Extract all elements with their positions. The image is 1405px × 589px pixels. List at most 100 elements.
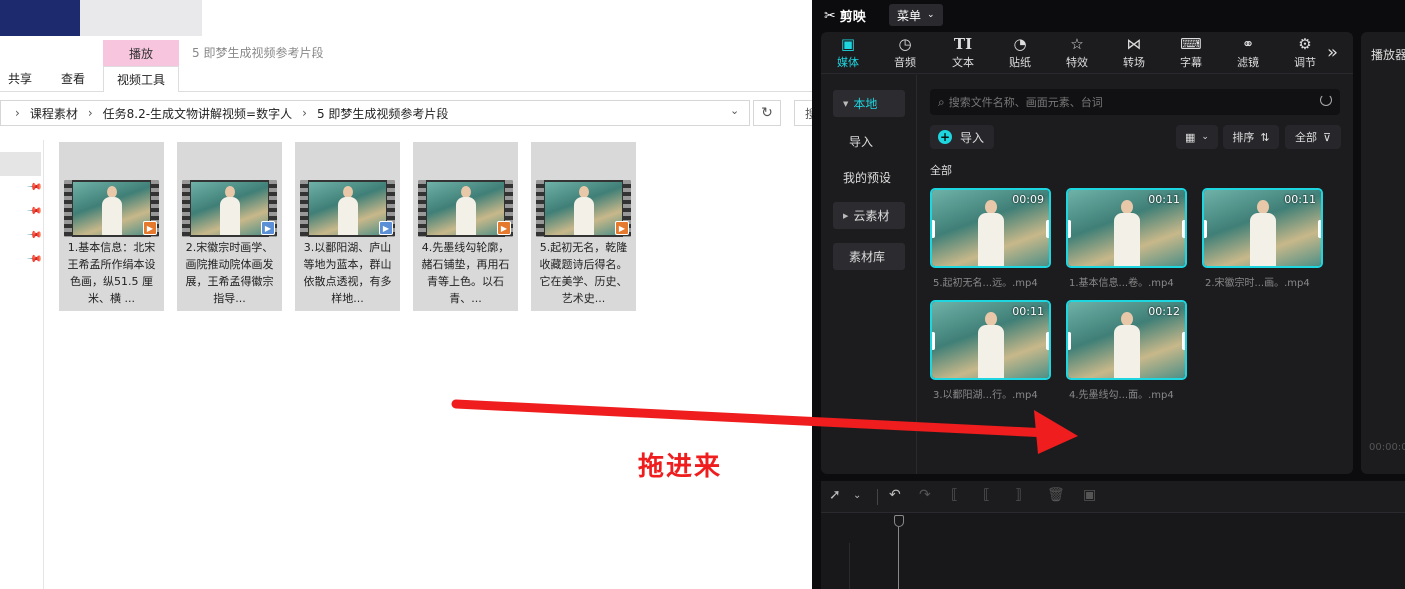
- player-title: 播放器: [1371, 48, 1405, 62]
- import-button[interactable]: + 导入: [930, 125, 995, 149]
- file-item[interactable]: ▶ 2.宋徽宗时画学、画院推动院体画发展，王希孟得徽宗指导...: [177, 142, 282, 311]
- chevron-down-icon[interactable]: ⌄: [730, 104, 739, 117]
- ribbon-tab-video-tools[interactable]: 视频工具: [103, 66, 179, 92]
- refresh-button[interactable]: ↻: [753, 100, 781, 126]
- double-chevron-right-icon[interactable]: »: [1327, 42, 1338, 63]
- chevron-right-icon: ›: [87, 106, 93, 120]
- timeline-toolbar: ➚ ⌄ ↶ ↷ ⟦ ⟦ ⟧ 🗑 ▣: [821, 481, 1405, 513]
- text-icon: TI: [953, 35, 973, 53]
- video-thumbnail: ▶: [418, 180, 513, 237]
- view-mode-button[interactable]: ▦ ⌄: [1176, 125, 1218, 149]
- file-item[interactable]: ▶ 3.以鄱阳湖、庐山等地为蓝本，群山依散点透视，有多样地...: [295, 142, 400, 311]
- cursor-select-icon[interactable]: ➚: [829, 487, 841, 503]
- video-thumbnail: ▶: [536, 180, 631, 237]
- sidebar-item-local[interactable]: ▼ 本地: [833, 90, 905, 117]
- file-item[interactable]: ▶ 1.基本信息：北宋王希孟所作绢本设色画，纵51.5 厘米、横 ...: [59, 142, 164, 311]
- video-icon: ▶: [261, 221, 275, 235]
- breadcrumb-item[interactable]: 课程素材: [30, 105, 78, 122]
- refresh-icon: ↻: [761, 105, 773, 121]
- sidebar-item-my-presets[interactable]: 我的预设: [833, 164, 905, 191]
- video-thumbnail: ▶: [64, 180, 159, 237]
- search-icon: ⌕: [938, 94, 945, 109]
- sidebar-item-import[interactable]: 导入: [833, 128, 905, 155]
- ribbon-tab-share[interactable]: 共享: [8, 70, 32, 87]
- clip-name: 2.宋徽宗时...画。.mp4: [1205, 278, 1310, 289]
- filter-icon: ⊽: [1322, 130, 1332, 144]
- sidebar-item-library[interactable]: 素材库: [833, 243, 905, 270]
- media-clip[interactable]: 00:11: [930, 300, 1051, 380]
- split-left-icon[interactable]: ⟦: [983, 487, 990, 503]
- tab-effects[interactable]: ☆ 特效: [1050, 34, 1104, 74]
- menu-label: 菜单: [897, 8, 922, 23]
- redo-icon[interactable]: ↷: [919, 487, 931, 503]
- triangle-right-icon: ▶: [843, 211, 849, 220]
- timeline-track-area[interactable]: [821, 513, 1405, 589]
- clip-duration: 00:09: [1012, 193, 1044, 206]
- delete-icon[interactable]: 🗑: [1047, 487, 1065, 503]
- menu-button[interactable]: 菜单 ⌄: [889, 4, 943, 26]
- breadcrumb-item[interactable]: 5 即梦生成视频参考片段: [317, 105, 448, 122]
- play-icon: ▶: [143, 221, 157, 235]
- undo-icon[interactable]: ↶: [889, 487, 901, 503]
- transition-icon: ⋈: [1126, 35, 1142, 53]
- split-icon[interactable]: ⟦: [951, 487, 958, 503]
- media-clip[interactable]: 00:11: [1202, 188, 1323, 268]
- search-input[interactable]: 搜: [794, 100, 812, 126]
- sort-button[interactable]: 排序 ⇅: [1223, 125, 1279, 149]
- window-strip: [80, 0, 202, 36]
- chevron-right-icon: ›: [15, 106, 20, 120]
- screen: 播放 5 即梦生成视频参考片段 共享 查看 视频工具 › 课程素材 › 任务8.…: [0, 0, 1405, 589]
- tab-filter[interactable]: ⚭ 滤镜: [1221, 34, 1275, 74]
- section-label: 全部: [930, 164, 952, 177]
- app-name: 剪映: [839, 10, 866, 25]
- loading-spinner-icon: [1320, 94, 1332, 106]
- audio-icon: ◷: [898, 35, 912, 53]
- breadcrumb-item[interactable]: 任务8.2-生成文物讲解视频=数字人: [103, 105, 292, 122]
- file-name: 1.基本信息：北宋王希孟所作绢本设色画，纵51.5 厘米、横 ...: [67, 241, 156, 305]
- clip-name: 1.基本信息...卷。.mp4: [1069, 278, 1174, 289]
- media-sidebar: ▼ 本地 导入 我的预设 ▶ 云素材 素材库: [821, 75, 917, 474]
- media-clip[interactable]: 00:09: [930, 188, 1051, 268]
- chevron-down-icon[interactable]: ⌄: [853, 490, 861, 501]
- tab-transition[interactable]: ⋈ 转场: [1107, 34, 1161, 74]
- play-icon: ▶: [497, 221, 511, 235]
- file-item[interactable]: ▶ 4.先墨线勾轮廓，赭石铺垫，再用石青等上色。以石青、...: [413, 142, 518, 311]
- caption-icon: ⌨: [1180, 35, 1202, 53]
- clip-duration: 00:11: [1012, 305, 1044, 318]
- screenshot-icon[interactable]: ▣: [1083, 487, 1096, 503]
- ribbon-tab-view[interactable]: 查看: [61, 70, 85, 87]
- chevron-right-icon: ›: [302, 106, 307, 120]
- file-item[interactable]: ▶ 5.起初无名，乾隆收藏题诗后得名。它在美学、历史、艺术史...: [531, 142, 636, 311]
- clip-name: 4.先墨线勾...面。.mp4: [1069, 390, 1174, 401]
- tab-audio[interactable]: ◷ 音频: [878, 34, 932, 74]
- filter-button[interactable]: 全部 ⊽: [1285, 125, 1341, 149]
- media-clip[interactable]: 00:11: [1066, 188, 1187, 268]
- plus-icon: +: [938, 130, 952, 144]
- pin-icon[interactable]: 📌: [26, 251, 43, 268]
- video-thumbnail: ▶: [182, 180, 277, 237]
- media-search-input[interactable]: ⌕ 搜索文件名称、画面元素、台词: [930, 89, 1340, 115]
- navigation-pane: 📌 📌 📌 📌: [0, 140, 44, 589]
- timeline-panel: ➚ ⌄ ↶ ↷ ⟦ ⟦ ⟧ 🗑 ▣: [821, 481, 1405, 589]
- tab-media[interactable]: ▣ 媒体: [821, 34, 875, 74]
- player-panel: 播放器 00:00:0: [1361, 32, 1405, 474]
- pin-icon[interactable]: 📌: [26, 179, 43, 196]
- filter-icon: ⚭: [1241, 35, 1255, 53]
- sidebar-item-cloud[interactable]: ▶ 云素材: [833, 202, 905, 229]
- pin-icon[interactable]: 📌: [26, 227, 43, 244]
- tab-adjust[interactable]: ⚙ 调节: [1278, 34, 1332, 74]
- tab-text[interactable]: TI 文本: [936, 34, 990, 74]
- tab-caption[interactable]: ⌨ 字幕: [1164, 34, 1218, 74]
- ribbon-context-tab-play[interactable]: 播放: [103, 40, 179, 66]
- nav-item-selected[interactable]: [0, 152, 41, 176]
- file-explorer-window: 播放 5 即梦生成视频参考片段 共享 查看 视频工具 › 课程素材 › 任务8.…: [0, 0, 812, 589]
- play-icon: ▶: [615, 221, 629, 235]
- file-name: 4.先墨线勾轮廓，赭石铺垫，再用石青等上色。以石青、...: [421, 241, 510, 305]
- media-clip[interactable]: 00:12: [1066, 300, 1187, 380]
- playhead-icon[interactable]: [894, 515, 904, 527]
- tab-sticker[interactable]: ◔ 贴纸: [993, 34, 1047, 74]
- app-topbar: ✂ 剪映 菜单 ⌄: [812, 0, 1405, 30]
- pin-icon[interactable]: 📌: [26, 203, 43, 220]
- address-bar[interactable]: › 课程素材 › 任务8.2-生成文物讲解视频=数字人 › 5 即梦生成视频参考…: [0, 100, 750, 126]
- split-right-icon[interactable]: ⟧: [1015, 487, 1022, 503]
